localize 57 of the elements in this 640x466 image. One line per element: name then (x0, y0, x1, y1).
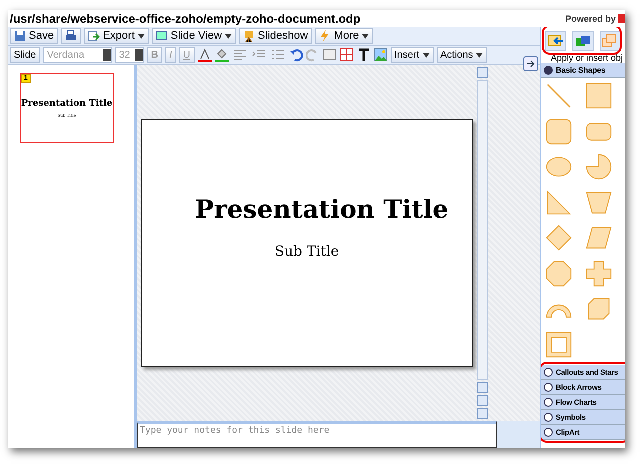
apply-tab[interactable] (545, 31, 566, 51)
previous-slide-button[interactable] (477, 395, 488, 406)
export-icon (88, 30, 100, 42)
frame-shape-icon[interactable] (545, 330, 573, 358)
print-icon (65, 30, 78, 42)
objects-tab[interactable] (600, 31, 621, 51)
collapse-icon (544, 66, 553, 74)
square-shape-icon[interactable] (585, 82, 613, 110)
collapse-panel-icon[interactable] (523, 56, 539, 72)
save-button[interactable]: Save (10, 28, 58, 44)
print-button[interactable] (61, 28, 82, 44)
pie-shape-icon[interactable] (585, 153, 613, 181)
slideshow-button[interactable]: Slideshow (239, 28, 312, 44)
notes-field[interactable]: Type your notes for this slide here (137, 421, 497, 448)
rounded-square-shape-icon[interactable] (545, 118, 573, 146)
layout-tab[interactable] (572, 31, 594, 51)
redo-icon (306, 48, 320, 62)
slide-view-icon (156, 30, 168, 42)
slide-title: Presentation Title (195, 195, 449, 224)
caret-icon (476, 52, 484, 58)
text-icon (356, 48, 370, 62)
table-icon (340, 48, 354, 62)
next-slide-button[interactable] (477, 408, 488, 419)
image-icon (374, 48, 388, 62)
stacked-shapes-icon (602, 34, 618, 48)
line-shape-icon[interactable] (545, 82, 573, 110)
view-button[interactable]: Slide View (152, 28, 236, 44)
undo-icon (288, 48, 302, 62)
diamond-shape-icon[interactable] (545, 224, 573, 252)
cross-shape-icon[interactable] (585, 260, 613, 288)
floppy-icon (14, 30, 26, 42)
new-slide-button[interactable]: Slide (10, 47, 40, 63)
font-color-icon (198, 48, 212, 62)
logo-icon (618, 14, 625, 23)
section-header[interactable]: Basic Shapes (541, 63, 625, 78)
caret-icon (422, 52, 430, 58)
more-button[interactable]: More (315, 28, 374, 44)
window-title: /usr/share/webservice-office-zoho/empty-zoho-document.odp (10, 12, 361, 26)
easel-icon (243, 30, 256, 42)
slide-subtitle: Sub Title (274, 244, 340, 260)
export-button[interactable]: Export (84, 28, 149, 44)
scroll-down-button[interactable] (477, 382, 488, 393)
panel-hint: Apply or insert obj (550, 52, 624, 63)
powered-by-text: Powered by (565, 14, 616, 24)
insert-button[interactable]: Insert (390, 47, 434, 63)
list-icon (270, 48, 286, 62)
right-triangle-shape-icon[interactable] (545, 188, 573, 216)
lightning-icon (319, 30, 332, 42)
align-icon (232, 48, 248, 62)
fill-color-icon (214, 48, 228, 62)
layout-icon (574, 34, 591, 48)
section-label: Basic Shapes (556, 66, 606, 74)
actions-button[interactable]: Actions (436, 47, 488, 63)
vertical-scrollbar[interactable] (477, 65, 488, 421)
scroll-up-button[interactable] (477, 67, 488, 78)
octagon-shape-icon[interactable] (545, 260, 573, 288)
thumbnail-title: Presentation Title (21, 98, 113, 108)
